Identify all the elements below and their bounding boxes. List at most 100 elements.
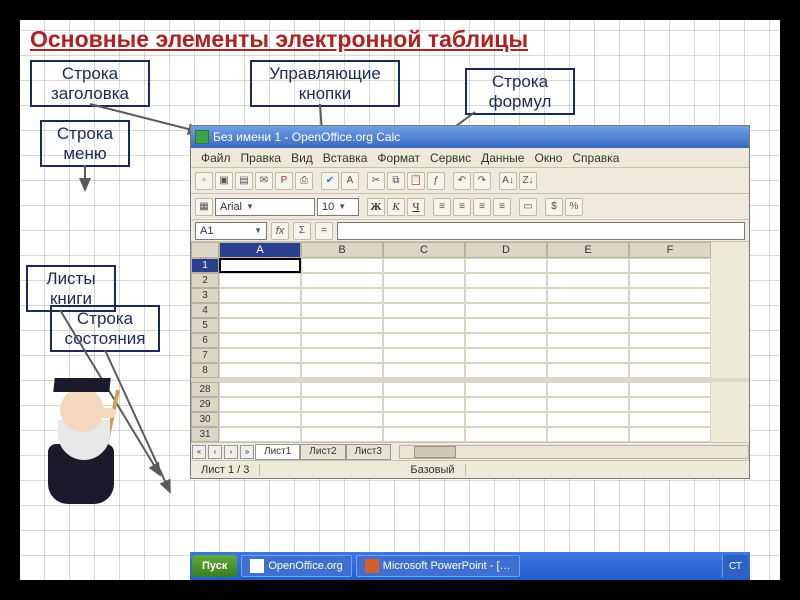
- bold-button[interactable]: Ж: [367, 198, 385, 216]
- menu-data[interactable]: Данные: [477, 150, 528, 165]
- cell[interactable]: [383, 318, 465, 333]
- last-sheet-icon[interactable]: »: [240, 445, 254, 459]
- cell[interactable]: [629, 258, 711, 273]
- cell[interactable]: [219, 333, 301, 348]
- menu-file[interactable]: Файл: [197, 150, 235, 165]
- cell[interactable]: [547, 303, 629, 318]
- next-sheet-icon[interactable]: ›: [224, 445, 238, 459]
- percent-icon[interactable]: %: [565, 198, 583, 216]
- cell[interactable]: [383, 397, 465, 412]
- cell[interactable]: [301, 318, 383, 333]
- autocheck-icon[interactable]: A: [341, 172, 359, 190]
- formula-input[interactable]: [337, 222, 745, 240]
- row-hdr[interactable]: 30: [191, 412, 219, 427]
- new-icon[interactable]: ▫: [195, 172, 213, 190]
- menu-help[interactable]: Справка: [568, 150, 623, 165]
- system-tray[interactable]: СТ: [722, 555, 748, 577]
- cell[interactable]: [219, 318, 301, 333]
- cell[interactable]: [383, 412, 465, 427]
- cell[interactable]: [383, 273, 465, 288]
- cell[interactable]: [547, 288, 629, 303]
- cell[interactable]: [547, 427, 629, 442]
- cell[interactable]: [465, 412, 547, 427]
- cell[interactable]: [629, 288, 711, 303]
- align-center-icon[interactable]: ≡: [453, 198, 471, 216]
- cell[interactable]: [465, 427, 547, 442]
- open-icon[interactable]: ▣: [215, 172, 233, 190]
- task-powerpoint[interactable]: Microsoft PowerPoint - […: [356, 555, 520, 577]
- cell[interactable]: [547, 363, 629, 378]
- row-hdr[interactable]: 7: [191, 348, 219, 363]
- col-hdr-C[interactable]: C: [383, 242, 465, 258]
- cell[interactable]: [219, 288, 301, 303]
- row-hdr[interactable]: 6: [191, 333, 219, 348]
- cell[interactable]: [301, 273, 383, 288]
- menubar[interactable]: Файл Правка Вид Вставка Формат Сервис Да…: [191, 148, 749, 168]
- select-all-corner[interactable]: [191, 242, 219, 258]
- cell[interactable]: [219, 412, 301, 427]
- col-hdr-A[interactable]: A: [219, 242, 301, 258]
- tab-sheet3[interactable]: Лист3: [346, 444, 391, 460]
- menu-format[interactable]: Формат: [373, 150, 424, 165]
- row-hdr[interactable]: 29: [191, 397, 219, 412]
- h-scrollbar[interactable]: [399, 445, 749, 459]
- menu-view[interactable]: Вид: [287, 150, 317, 165]
- cell[interactable]: [383, 303, 465, 318]
- cell[interactable]: [629, 397, 711, 412]
- cell[interactable]: [219, 382, 301, 397]
- cell[interactable]: [383, 427, 465, 442]
- name-box[interactable]: A1 ▼: [195, 222, 267, 240]
- cell[interactable]: [629, 363, 711, 378]
- cell[interactable]: [383, 382, 465, 397]
- cell[interactable]: [629, 382, 711, 397]
- cell[interactable]: [547, 318, 629, 333]
- cell[interactable]: [383, 333, 465, 348]
- styles-icon[interactable]: ▦: [195, 198, 213, 216]
- brush-icon[interactable]: ƒ: [427, 172, 445, 190]
- cell[interactable]: [219, 303, 301, 318]
- titlebar[interactable]: Без имени 1 - OpenOffice.org Calc: [191, 126, 749, 148]
- cell[interactable]: [465, 348, 547, 363]
- cell[interactable]: [465, 363, 547, 378]
- cell[interactable]: [547, 397, 629, 412]
- copy-icon[interactable]: ⧉: [387, 172, 405, 190]
- print-icon[interactable]: ⎙: [295, 172, 313, 190]
- row-hdr[interactable]: 3: [191, 288, 219, 303]
- cell[interactable]: [301, 288, 383, 303]
- col-hdr-D[interactable]: D: [465, 242, 547, 258]
- font-size-select[interactable]: 10 ▼: [317, 198, 359, 216]
- equals-icon[interactable]: =: [315, 222, 333, 240]
- cell[interactable]: [301, 382, 383, 397]
- cell[interactable]: [629, 427, 711, 442]
- cell[interactable]: [383, 348, 465, 363]
- save-icon[interactable]: ▤: [235, 172, 253, 190]
- row-hdr[interactable]: 2: [191, 273, 219, 288]
- task-openoffice[interactable]: OpenOffice.org: [241, 555, 351, 577]
- sort-desc-icon[interactable]: Z↓: [519, 172, 537, 190]
- col-hdr-E[interactable]: E: [547, 242, 629, 258]
- menu-insert[interactable]: Вставка: [319, 150, 372, 165]
- cell[interactable]: [465, 288, 547, 303]
- cell[interactable]: [629, 318, 711, 333]
- cell[interactable]: [629, 412, 711, 427]
- cell[interactable]: [301, 303, 383, 318]
- align-right-icon[interactable]: ≡: [473, 198, 491, 216]
- merge-icon[interactable]: ▭: [519, 198, 537, 216]
- row-hdr[interactable]: 8: [191, 363, 219, 378]
- cell[interactable]: [219, 348, 301, 363]
- cell[interactable]: [383, 363, 465, 378]
- cell[interactable]: [219, 258, 301, 273]
- menu-tools[interactable]: Сервис: [426, 150, 475, 165]
- paste-icon[interactable]: 📋: [407, 172, 425, 190]
- cell[interactable]: [301, 348, 383, 363]
- sum-icon[interactable]: Σ: [293, 222, 311, 240]
- row-hdr[interactable]: 28: [191, 382, 219, 397]
- tab-sheet2[interactable]: Лист2: [300, 444, 345, 460]
- cut-icon[interactable]: ✂: [367, 172, 385, 190]
- align-left-icon[interactable]: ≡: [433, 198, 451, 216]
- cell[interactable]: [301, 397, 383, 412]
- cell[interactable]: [465, 273, 547, 288]
- cell[interactable]: [629, 333, 711, 348]
- redo-icon[interactable]: ↷: [473, 172, 491, 190]
- first-sheet-icon[interactable]: «: [192, 445, 206, 459]
